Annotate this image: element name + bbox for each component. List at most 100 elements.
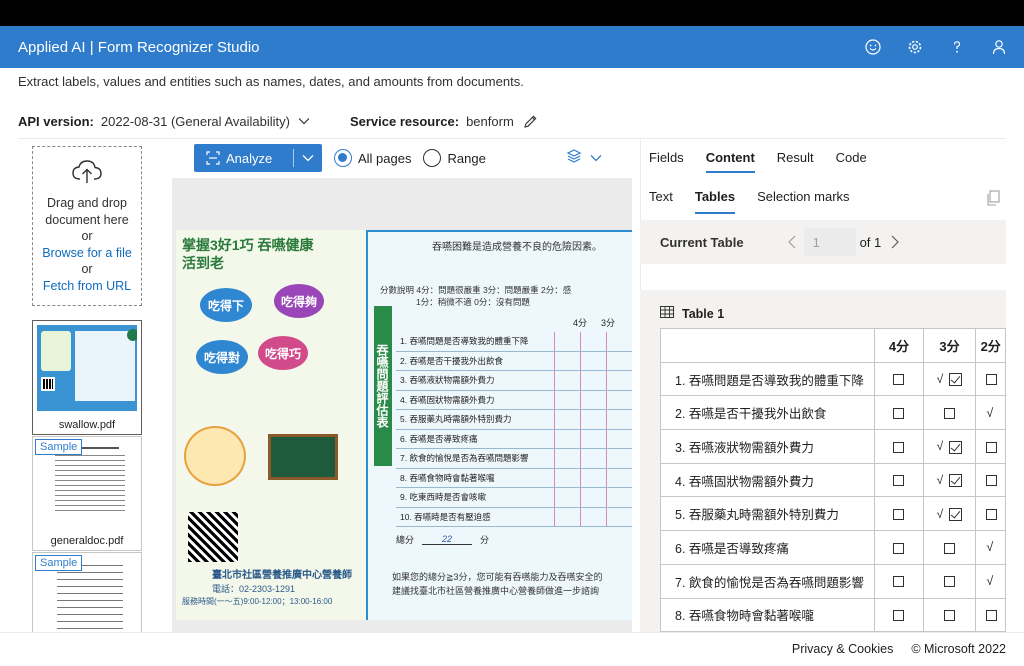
- privacy-link[interactable]: Privacy & Cookies: [792, 642, 893, 656]
- unselected-mark: [975, 361, 1006, 397]
- checkbox-empty-icon: [986, 441, 998, 453]
- infographic-panel: 掌握3好1巧 吞嚥健康 活到老 吃得下 吃得夠 吃得對 吃得巧 臺北市社區營養推…: [176, 230, 366, 620]
- chevron-right-icon[interactable]: [891, 235, 900, 249]
- questionnaire-panel: 吞嚥困難是造成營養不良的危險因素。 分數說明 4分：問題很嚴重 3分：問題嚴重 …: [368, 232, 632, 620]
- table-row[interactable]: 7. 飲食的愉悅是否為吞嚥問題影響 √: [659, 563, 1006, 599]
- doc-question-label: 7. 飲食的愉悅是否為吞嚥問題影響: [400, 453, 529, 464]
- service-resource-label: Service resource:: [349, 113, 460, 129]
- tab-result[interactable]: Result: [777, 150, 814, 173]
- drop-zone[interactable]: Drag and drop document here or Browse fo…: [32, 146, 142, 306]
- advice-text-2: 建議找臺北市社區營養推廣中心營養師做進一步諮詢: [392, 586, 600, 596]
- api-version-label: API version:: [18, 113, 94, 129]
- page-number-input[interactable]: 1: [803, 228, 856, 256]
- checkbox-empty-icon: [893, 374, 905, 386]
- side-title: 吞嚥問題評估表: [374, 306, 392, 466]
- total-unit: 分: [480, 535, 490, 545]
- smiley-icon[interactable]: [852, 26, 894, 68]
- browse-file-link[interactable]: Browse for a file: [33, 245, 141, 262]
- score-explanation: 分數說明 4分：問題很嚴重 3分：問題嚴重 2分：感: [380, 285, 572, 295]
- total-value: 22: [422, 534, 473, 545]
- doc-question-label: 6. 吞嚥是否導致疼痛: [400, 433, 478, 444]
- table-row[interactable]: 4. 吞嚥固狀物需額外費力 √: [659, 462, 1006, 498]
- checkbox-empty-icon: [893, 508, 905, 520]
- file-list: Drag and drop document here or Browse fo…: [18, 140, 158, 632]
- file-thumbnail-swallow[interactable]: swallow.pdf: [32, 320, 142, 435]
- check-text: √: [936, 472, 944, 487]
- file-thumbnail-generaldoc[interactable]: Sample generaldoc.pdf: [32, 436, 142, 551]
- question-table: 4分 3分 1. 吞嚥問題是否導致我的體重下降 2. 吞嚥是否干擾我外出飲食 3. …: [396, 316, 632, 545]
- checkbox-empty-icon: [943, 576, 955, 588]
- checkbox-empty-icon: [986, 475, 998, 487]
- unselected-mark: [874, 563, 924, 599]
- current-table-label: Current Table: [660, 234, 744, 250]
- unselected-mark: [874, 530, 924, 565]
- total-label: 總分: [396, 535, 415, 545]
- copyright-text: © Microsoft 2022: [911, 642, 1006, 656]
- table-row[interactable]: 6. 吞嚥是否導致疼痛 √: [659, 530, 1006, 565]
- table-row[interactable]: 3. 吞嚥液狀物需額外費力 √: [659, 429, 1006, 464]
- doc-question-row: 6. 吞嚥是否導致疼痛: [396, 429, 632, 449]
- unselected-mark: [975, 496, 1006, 532]
- fetch-url-link[interactable]: Fetch from URL: [33, 278, 141, 295]
- radio-all-pages[interactable]: All pages: [334, 149, 411, 167]
- analyze-button[interactable]: Analyze: [194, 144, 322, 172]
- doc-question-label: 9. 吃東西時是否會咳嗽: [400, 492, 486, 503]
- row-label: 5. 吞服藥丸時需額外特別費力: [659, 496, 876, 532]
- api-version-dropdown[interactable]: 2022-08-31 (General Availability): [101, 114, 290, 129]
- scan-icon: [206, 151, 220, 165]
- row-label: 3. 吞嚥液狀物需額外費力: [659, 429, 876, 464]
- subtab-selection-marks[interactable]: Selection marks: [757, 189, 849, 214]
- help-icon[interactable]: [936, 26, 978, 68]
- checkbox-empty-icon: [893, 576, 905, 588]
- checkbox-empty-icon: [986, 610, 998, 622]
- table-card: Table 1 4分 3分 2分 1. 吞嚥問題是否導致我的體重下降 √ 2. 吞嚥…: [640, 290, 1006, 632]
- app-header: Applied AI | Form Recognizer Studio: [0, 26, 1024, 68]
- layers-dropdown[interactable]: [566, 148, 602, 169]
- viewer-toolbar: Analyze All pages Range: [172, 140, 632, 176]
- subtab-tables[interactable]: Tables: [694, 189, 736, 214]
- table-row[interactable]: 1. 吞嚥問題是否導致我的體重下降 √: [659, 361, 1006, 397]
- row-label: 7. 飲食的愉悅是否為吞嚥問題影響: [659, 563, 876, 599]
- edit-pencil-icon[interactable]: [523, 114, 538, 129]
- table-row[interactable]: 8. 吞嚥食物時會黏著喉嚨: [659, 597, 1006, 632]
- center-hours: 服務時間(一～五)9:00-12:00；13:00-16:00: [182, 597, 333, 606]
- doc-question-label: 2. 吞嚥是否干擾我外出飲食: [400, 355, 503, 366]
- chevron-left-icon[interactable]: [787, 235, 796, 249]
- unselected-mark: [874, 462, 924, 498]
- document-thumbnail-image: [37, 325, 137, 411]
- app-title[interactable]: Applied AI | Form Recognizer Studio: [18, 39, 260, 56]
- document-viewer[interactable]: 掌握3好1巧 吞嚥健康 活到老 吃得下 吃得夠 吃得對 吃得巧 臺北市社區營養推…: [172, 178, 632, 632]
- api-settings-row: API version: 2022-08-31 (General Availab…: [18, 112, 538, 130]
- document-page: 掌握3好1巧 吞嚥健康 活到老 吃得下 吃得夠 吃得對 吃得巧 臺北市社區營養推…: [176, 230, 632, 620]
- selected-mark: √: [922, 429, 977, 464]
- score-explanation-2: 1分：稍微不適 0分：沒有問題: [416, 297, 530, 307]
- table-row[interactable]: 5. 吞服藥丸時需額外特別費力 √: [659, 496, 1006, 532]
- table-row[interactable]: 2. 吞嚥是否干擾我外出飲食 √: [659, 395, 1006, 431]
- chevron-down-icon: [590, 149, 602, 167]
- results-panel: Fields Content Result Code Text Tables S…: [640, 140, 1006, 632]
- bubble-4: 吃得巧: [258, 336, 308, 370]
- chevron-down-icon[interactable]: [298, 117, 310, 125]
- person-icon[interactable]: [978, 26, 1020, 68]
- service-resource-value: benform: [466, 113, 514, 129]
- tab-content[interactable]: Content: [705, 150, 755, 173]
- tab-fields[interactable]: Fields: [649, 150, 684, 173]
- doc-question-row: 9. 吃東西時是否會咳嗽: [396, 488, 632, 508]
- sample-badge: Sample: [35, 439, 83, 455]
- checkbox-empty-icon: [943, 542, 955, 554]
- checklist-illustration: [184, 426, 246, 486]
- copy-icon[interactable]: [986, 190, 1000, 211]
- col-4: 4分: [572, 318, 587, 328]
- unselected-mark: [874, 395, 924, 431]
- row-label: 1. 吞嚥問題是否導致我的體重下降: [659, 361, 876, 397]
- unselected-mark: [922, 530, 977, 565]
- qr-code-icon: [188, 512, 238, 562]
- check-text: √: [936, 506, 944, 521]
- radio-range[interactable]: Range: [423, 149, 486, 167]
- tab-code[interactable]: Code: [836, 150, 867, 173]
- col-3: 3分: [600, 318, 615, 328]
- gear-icon[interactable]: [894, 26, 936, 68]
- file-thumbnail-sample[interactable]: Sample: [32, 552, 142, 632]
- chevron-down-icon[interactable]: [294, 154, 322, 162]
- subtab-text[interactable]: Text: [649, 189, 673, 214]
